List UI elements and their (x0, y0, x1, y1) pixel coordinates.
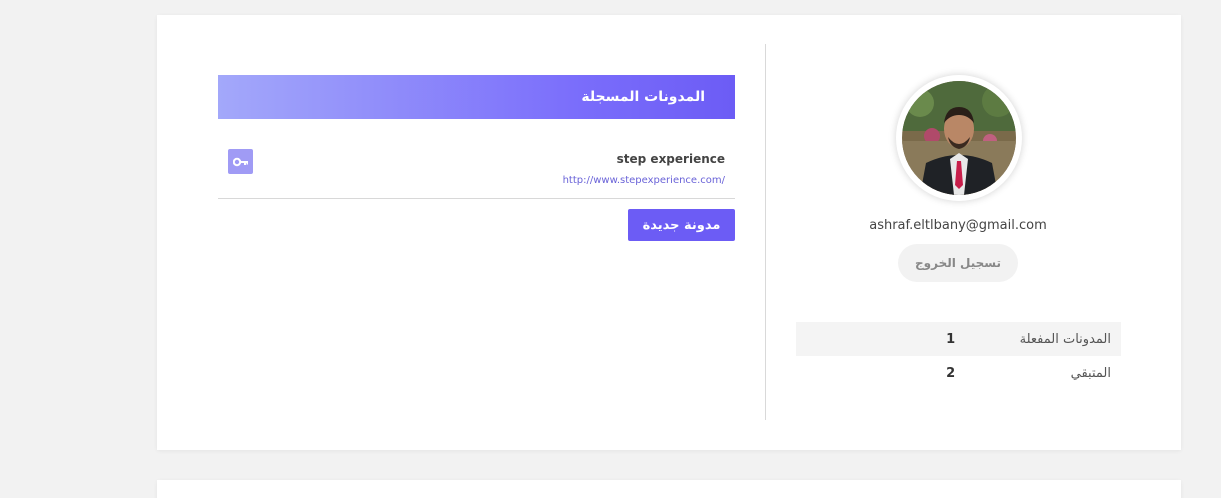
stat-value: 2 (946, 365, 956, 381)
logout-label: تسجيل الخروج (915, 256, 1001, 270)
key-icon (232, 152, 249, 171)
table-row: المدونات المفعلة 1 (796, 322, 1121, 356)
blogs-panel-title: المدونات المسجلة (581, 89, 705, 105)
new-blog-button[interactable]: مدونة جديدة (628, 209, 735, 241)
avatar-photo (902, 81, 1016, 195)
stat-value-cell: 1 (796, 332, 966, 347)
account-card: المدونات المسجلة step experience http://… (157, 15, 1181, 450)
stat-label: المدونات المفعلة (1019, 331, 1111, 347)
column-divider (765, 44, 766, 420)
blog-name[interactable]: step experience (617, 152, 725, 166)
user-email: ashraf.eltlbany@gmail.com (869, 218, 1047, 233)
stats-table: المدونات المفعلة 1 المتبقي 2 (796, 322, 1121, 390)
new-blog-label: مدونة جديدة (642, 217, 721, 233)
blog-url-link[interactable]: http://www.stepexperience.com/ (563, 175, 725, 186)
stat-value: 1 (946, 331, 956, 347)
list-item: step experience http://www.stepexperienc… (218, 141, 735, 199)
stat-value-cell: 2 (796, 366, 966, 381)
logout-button[interactable]: تسجيل الخروج (898, 244, 1018, 282)
avatar (896, 75, 1022, 201)
stat-label: المتبقي (1070, 365, 1111, 381)
blogs-panel-header: المدونات المسجلة (218, 75, 735, 119)
key-button[interactable] (228, 149, 253, 174)
secondary-card (157, 480, 1181, 498)
table-row: المتبقي 2 (796, 356, 1121, 390)
